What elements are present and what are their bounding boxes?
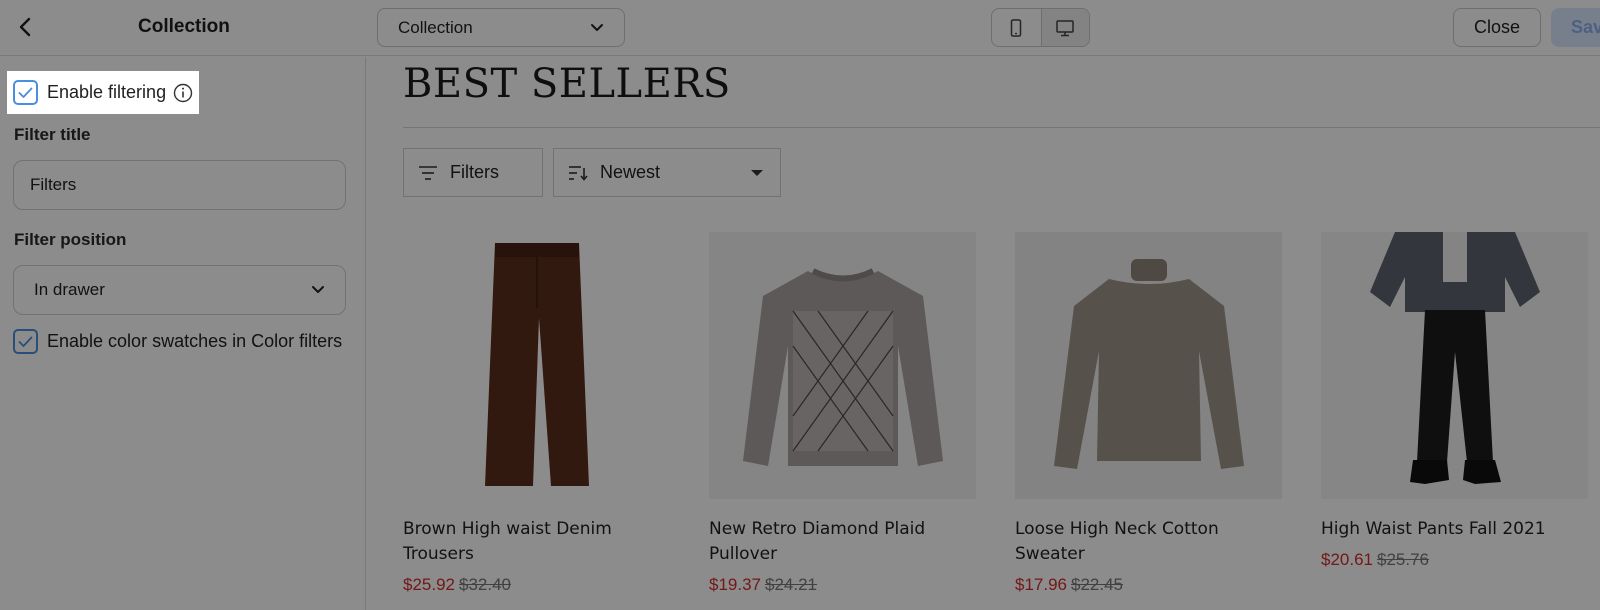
chevron-down-icon (311, 285, 325, 295)
trousers-image (484, 243, 589, 486)
page-title: Collection (138, 16, 230, 37)
desktop-view-button[interactable] (1040, 9, 1089, 46)
back-button[interactable] (10, 12, 40, 42)
product-image-pullover[interactable] (709, 232, 976, 499)
pullover-image (742, 267, 943, 466)
section-heading: BEST SELLERS (403, 61, 731, 107)
product-card[interactable]: Brown High waist Denim Trousers $25.92 $3… (403, 232, 670, 595)
filter-position-select[interactable]: In drawer (13, 265, 346, 315)
desktop-icon (1056, 19, 1074, 36)
settings-sidebar: Filter title Filter position In drawer E… (0, 57, 366, 610)
page-type-select-value: Collection (398, 17, 473, 37)
save-button[interactable]: Save (1551, 8, 1600, 47)
original-price: $22.45 (1071, 575, 1123, 594)
sort-icon (569, 165, 588, 181)
checkmark-icon (18, 336, 33, 347)
chevron-down-icon (590, 23, 604, 33)
filters-button-label: Filters (450, 162, 499, 182)
filter-title-label: Filter title (14, 125, 91, 144)
filter-position-value: In drawer (34, 280, 105, 299)
filter-lines-icon (419, 165, 437, 180)
mobile-view-button[interactable] (992, 9, 1041, 46)
top-bar: Collection Collection Close Save (0, 0, 1600, 56)
enable-filtering-spotlight: Enable filtering (7, 71, 199, 114)
color-swatches-checkbox[interactable] (13, 329, 38, 354)
filters-button[interactable]: Filters (403, 148, 543, 197)
chevron-left-icon (19, 17, 31, 37)
product-name[interactable]: Loose High Neck Cotton Sweater (1015, 517, 1277, 567)
storefront-preview: BEST SELLERS Filters Newest Brown High w… (367, 57, 1600, 610)
product-name[interactable]: New Retro Diamond Plaid Pullover (709, 517, 971, 567)
product-card[interactable]: New Retro Diamond Plaid Pullover $19.37 $… (709, 232, 976, 595)
color-swatches-checkbox-row[interactable]: Enable color swatches in Color filters (13, 329, 342, 354)
product-image-pants[interactable] (1321, 232, 1588, 499)
enable-filtering-checkbox[interactable] (13, 80, 38, 105)
product-prices: $17.96 $22.45 (1015, 575, 1282, 595)
heading-divider (403, 127, 1600, 128)
product-name[interactable]: High Waist Pants Fall 2021 (1321, 517, 1583, 542)
sale-price: $17.96 (1015, 575, 1067, 594)
color-swatches-label: Enable color swatches in Color filters (47, 331, 343, 351)
caret-down-icon (750, 169, 764, 177)
product-prices: $20.61 $25.76 (1321, 550, 1588, 570)
product-image-trousers[interactable] (403, 232, 670, 499)
sale-price: $25.92 (403, 575, 455, 594)
sweater-image (1053, 258, 1244, 469)
info-icon[interactable] (173, 83, 193, 103)
original-price: $25.76 (1377, 550, 1429, 569)
product-name[interactable]: Brown High waist Denim Trousers (403, 517, 665, 567)
page-type-select[interactable]: Collection (377, 8, 625, 47)
checkmark-icon (18, 87, 33, 98)
mobile-icon (1011, 18, 1022, 37)
sale-price: $19.37 (709, 575, 761, 594)
original-price: $32.40 (459, 575, 511, 594)
filter-title-input[interactable] (13, 160, 346, 210)
sale-price: $20.61 (1321, 550, 1373, 569)
product-prices: $19.37 $24.21 (709, 575, 976, 595)
enable-filtering-checkbox-row[interactable]: Enable filtering (13, 80, 193, 105)
close-button[interactable]: Close (1453, 8, 1541, 47)
pants-outfit-image (1369, 232, 1540, 484)
filter-position-label: Filter position (14, 230, 127, 249)
product-prices: $25.92 $32.40 (403, 575, 670, 595)
sort-value: Newest (600, 162, 661, 182)
enable-filtering-label: Enable filtering (47, 82, 167, 102)
device-toggle (991, 8, 1090, 47)
original-price: $24.21 (765, 575, 817, 594)
product-card[interactable]: High Waist Pants Fall 2021 $20.61 $25.76 (1321, 232, 1588, 570)
product-card[interactable]: Loose High Neck Cotton Sweater $17.96 $22… (1015, 232, 1282, 595)
product-image-sweater[interactable] (1015, 232, 1282, 499)
sort-select[interactable]: Newest (553, 148, 781, 197)
